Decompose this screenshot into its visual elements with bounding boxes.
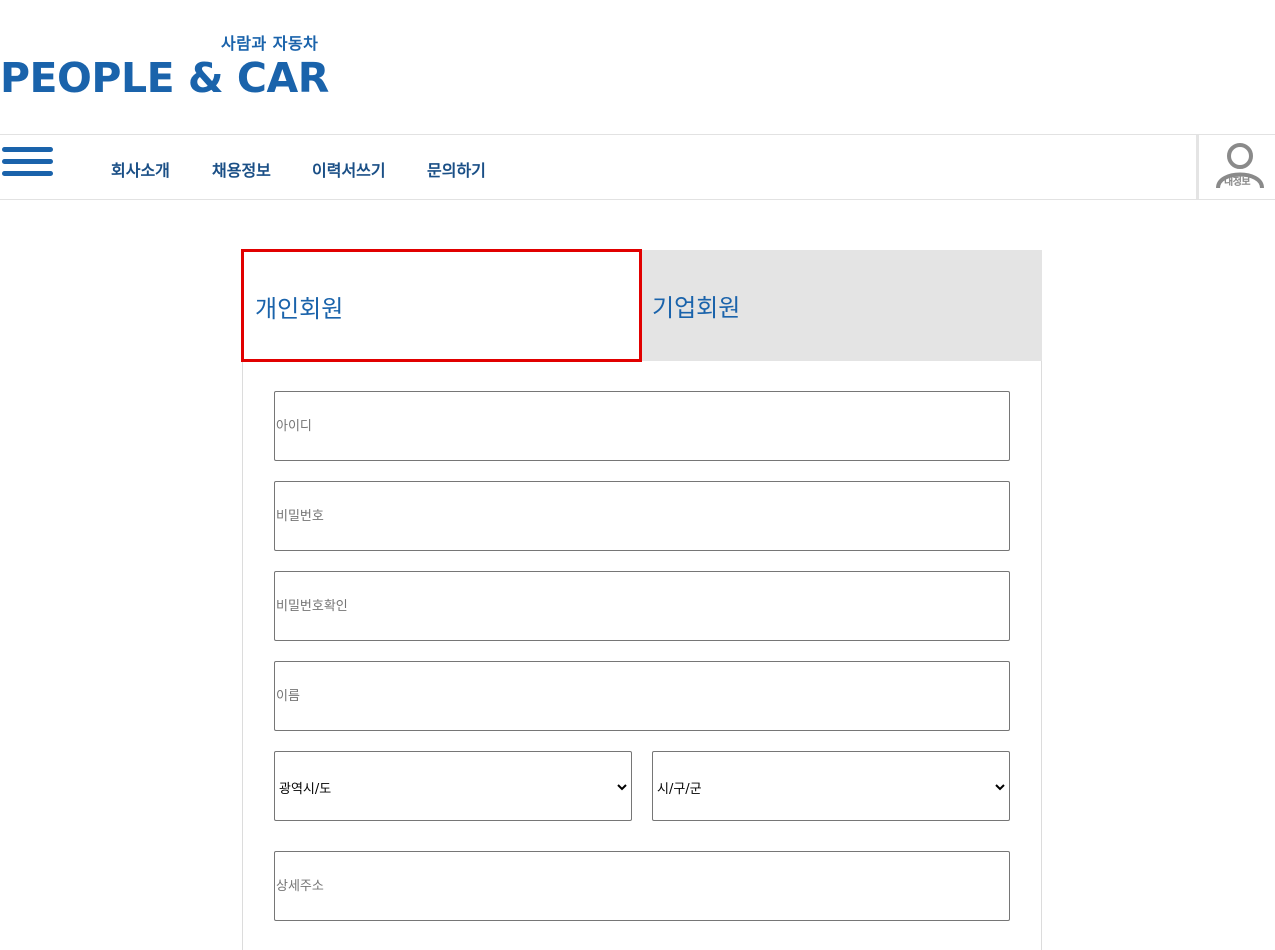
tab-company-member[interactable]: 기업회원	[642, 250, 1042, 361]
address-detail-input[interactable]	[274, 851, 1010, 921]
name-input[interactable]	[274, 661, 1010, 731]
my-info-button[interactable]: 내정보	[1196, 135, 1275, 199]
top-navigation: 회사소개 채용정보 이력서쓰기 문의하기 내정보	[0, 134, 1275, 200]
chevron-down-icon	[617, 784, 627, 791]
chevron-down-icon	[995, 784, 1005, 791]
nav-item-inquiry[interactable]: 문의하기	[427, 157, 486, 181]
logo-subtitle: 사람과 자동차	[221, 34, 319, 53]
district-select-value: 시/구/군	[657, 782, 702, 797]
region-select-value: 광역시/도	[279, 782, 332, 797]
district-select[interactable]: 시/구/군	[652, 751, 1010, 821]
tab-personal-member[interactable]: 개인회원	[241, 249, 642, 362]
nav-item-company-intro[interactable]: 회사소개	[111, 157, 170, 181]
logo[interactable]: 사람과 자동차 PEOPLE & CAR	[0, 28, 330, 100]
logo-title: PEOPLE & CAR	[0, 54, 329, 102]
nav-item-job-info[interactable]: 채용정보	[212, 157, 271, 181]
my-info-label: 내정보	[1224, 177, 1251, 188]
region-select[interactable]: 광역시/도	[274, 751, 632, 821]
password-confirm-input[interactable]	[274, 571, 1010, 641]
id-input[interactable]	[274, 391, 1010, 461]
password-input[interactable]	[274, 481, 1010, 551]
tab-company-label: 기업회원	[652, 294, 741, 322]
tab-personal-label: 개인회원	[255, 295, 344, 323]
hamburger-menu-icon[interactable]	[2, 147, 53, 179]
nav-item-write-resume[interactable]: 이력서쓰기	[312, 157, 386, 181]
